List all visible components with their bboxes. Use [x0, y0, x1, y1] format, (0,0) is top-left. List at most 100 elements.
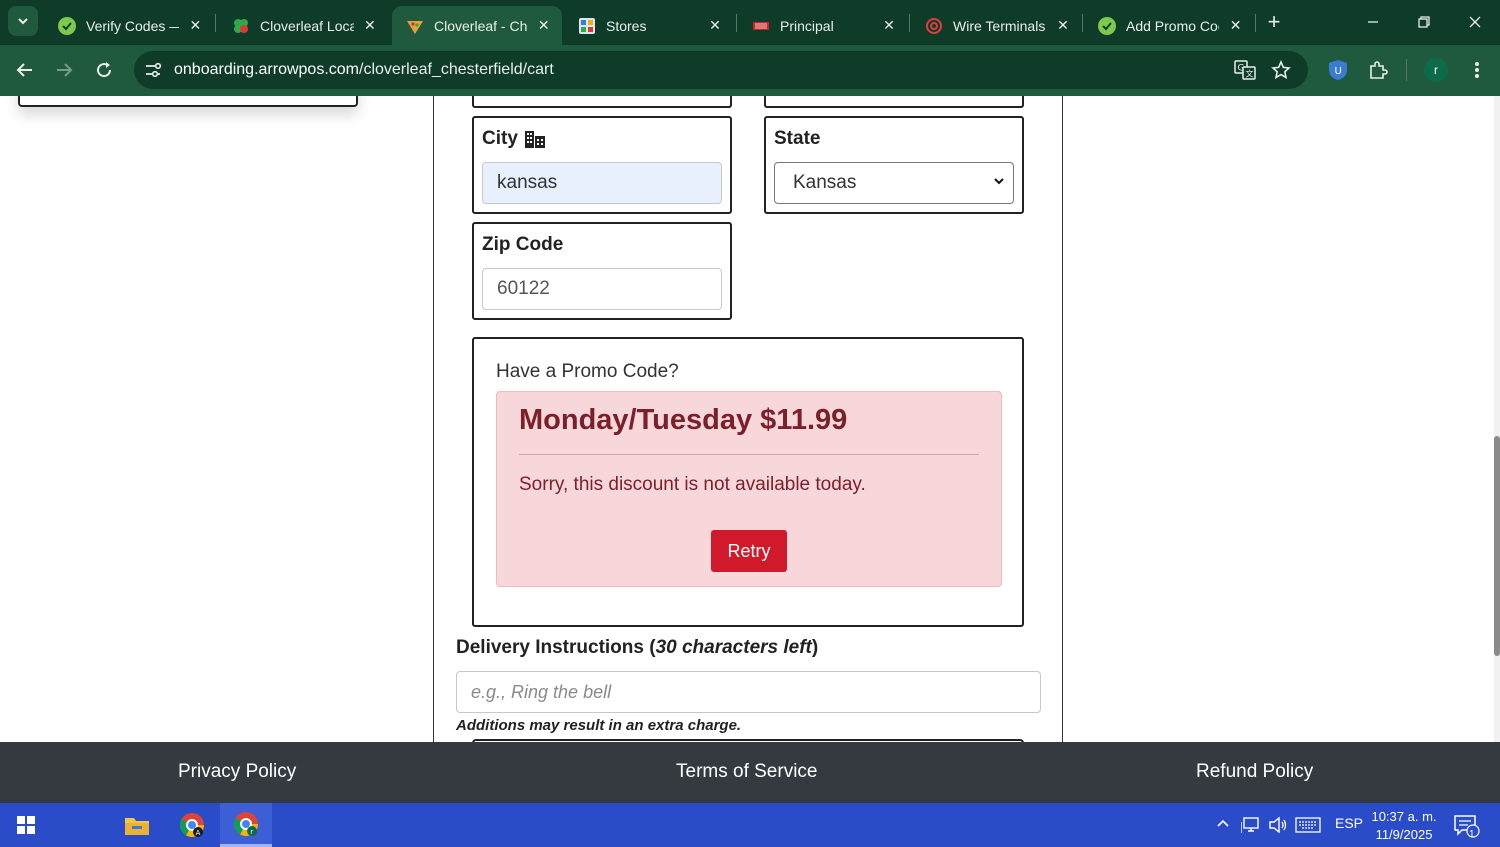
zip-input[interactable]: 60122 — [482, 268, 722, 310]
promo-error-alert: Monday/Tuesday $11.99 Sorry, this discou… — [496, 391, 1002, 587]
reload-button[interactable] — [91, 57, 117, 83]
translate-icon[interactable]: G文 — [1234, 60, 1256, 85]
state-field-box: State Kansas — [764, 116, 1024, 214]
spiral-favicon-icon — [925, 17, 943, 35]
tab-separator — [736, 14, 737, 32]
new-tab-button[interactable]: + — [1262, 9, 1286, 34]
tab-separator — [909, 14, 910, 32]
notification-center-button[interactable] — [1454, 814, 1482, 843]
extension-shield-button[interactable]: U — [1325, 57, 1351, 83]
forward-button[interactable] — [51, 57, 77, 83]
bookmark-star-icon[interactable] — [1271, 60, 1291, 85]
profile-avatar[interactable]: r — [1424, 58, 1448, 82]
city-input[interactable]: kansas — [482, 162, 722, 204]
pizza-favicon-icon — [406, 17, 424, 35]
close-tab-icon[interactable]: ✕ — [1055, 17, 1071, 35]
refund-policy-link[interactable]: Refund Policy — [1196, 761, 1313, 783]
retry-button[interactable]: Retry — [711, 530, 787, 572]
order-summary-card — [18, 96, 358, 107]
tab-title: Add Promo Cod — [1126, 17, 1220, 34]
delivery-instructions-input[interactable]: e.g., Ring the bell — [456, 671, 1041, 713]
network-icon[interactable] — [1240, 816, 1261, 839]
chevron-down-icon — [994, 178, 1004, 185]
tab-principal[interactable]: Principal ✕ — [738, 6, 908, 45]
toolbar-divider — [1406, 59, 1407, 81]
start-button[interactable] — [0, 803, 52, 847]
back-button[interactable] — [12, 57, 38, 83]
svg-text:r: r — [250, 828, 253, 836]
characters-left-counter: 30 characters left — [655, 637, 812, 658]
close-window-button[interactable] — [1452, 8, 1498, 36]
url-text: onboarding.arrowpos.com/cloverleaf_chest… — [174, 61, 554, 79]
tab-separator — [1082, 14, 1083, 32]
close-tab-icon[interactable]: ✕ — [706, 17, 724, 35]
tab-search-button[interactable] — [8, 6, 38, 36]
volume-icon[interactable] — [1268, 816, 1288, 839]
chrome-taskbar-button[interactable]: A — [166, 803, 218, 847]
tab-title: Wire Terminals C — [953, 17, 1047, 34]
state-selected-value: Kansas — [793, 172, 857, 193]
close-tab-icon[interactable]: ✕ — [880, 17, 898, 35]
terms-of-service-link[interactable]: Terms of Service — [676, 761, 817, 783]
extra-charge-note: Additions may result in an extra charge. — [456, 717, 742, 734]
delivery-label-suffix: ) — [811, 637, 819, 658]
delivery-label-prefix: Delivery Instructions ( — [456, 637, 656, 658]
notification-icon — [1454, 815, 1480, 838]
promo-error-message: Sorry, this discount is not available to… — [519, 474, 866, 495]
city-label-text: City — [482, 128, 518, 149]
svg-text:U: U — [1335, 66, 1342, 77]
zip-field-box: Zip Code 60122 — [472, 222, 732, 320]
close-tab-icon[interactable]: ✕ — [1227, 17, 1244, 35]
tab-title: Verify Codes — — [86, 17, 179, 34]
file-explorer-button[interactable] — [111, 803, 163, 847]
browser-menu-button[interactable] — [1464, 57, 1490, 83]
address-field-box — [764, 96, 1024, 108]
minimize-icon — [1368, 21, 1378, 23]
tab-wire-terminals[interactable]: Wire Terminals C ✕ — [911, 6, 1081, 45]
show-hidden-icons-button[interactable] — [1216, 817, 1230, 836]
tab-separator — [215, 14, 216, 32]
kebab-menu-icon — [1475, 62, 1479, 78]
tab-cloverleaf-chesterfield[interactable]: Cloverleaf - Che ✕ — [392, 6, 562, 45]
city-label: City — [482, 128, 546, 150]
address-bar[interactable]: onboarding.arrowpos.com/cloverleaf_chest… — [134, 51, 1308, 89]
tab-cloverleaf-locations[interactable]: Cloverleaf Locati ✕ — [218, 6, 388, 45]
scrollbar-thumb[interactable] — [1494, 436, 1500, 656]
close-tab-icon[interactable]: ✕ — [362, 17, 378, 35]
svg-text:文: 文 — [1246, 69, 1254, 79]
restore-icon — [1418, 16, 1430, 28]
chrome-taskbar-button-active[interactable]: r — [220, 803, 272, 847]
tab-stores[interactable]: Stores ✕ — [564, 6, 734, 45]
extensions-button[interactable] — [1365, 57, 1391, 83]
alert-divider — [519, 454, 979, 455]
stores-favicon-icon — [578, 17, 596, 35]
check-favicon-icon — [58, 16, 76, 35]
notification-count: 1 — [1469, 829, 1475, 840]
keyboard-icon[interactable] — [1295, 817, 1321, 838]
promo-heading: Have a Promo Code? — [496, 361, 679, 382]
promo-name: Monday/Tuesday $11.99 — [519, 404, 848, 436]
delivery-instructions-label: Delivery Instructions (30 characters lef… — [456, 637, 818, 659]
privacy-policy-link[interactable]: Privacy Policy — [178, 761, 296, 783]
tab-add-promo-code[interactable]: Add Promo Cod ✕ — [1084, 6, 1254, 45]
close-tab-icon[interactable]: ✕ — [535, 17, 552, 35]
tab-title: Cloverleaf - Che — [434, 17, 528, 34]
address-field-box — [472, 96, 732, 108]
site-info-icon[interactable] — [144, 61, 162, 84]
restore-window-button[interactable] — [1401, 8, 1447, 36]
arrow-right-icon — [57, 63, 73, 77]
input-language-indicator[interactable]: ESP — [1335, 815, 1363, 831]
shield-icon: U — [1329, 60, 1347, 80]
minimize-window-button[interactable] — [1350, 8, 1396, 36]
tab-title: Stores — [606, 17, 647, 34]
browser-toolbar: onboarding.arrowpos.com/cloverleaf_chest… — [0, 45, 1500, 96]
browser-tab-bar: Verify Codes — ✕ Cloverleaf Locati ✕ Clo… — [0, 0, 1500, 45]
close-tab-icon[interactable]: ✕ — [187, 17, 204, 35]
tab-separator — [1255, 14, 1256, 32]
windows-taskbar: A r ESP 10:37 a. m. 11/9/2025 1 — [0, 803, 1500, 847]
tab-verify-codes[interactable]: Verify Codes — ✕ — [44, 6, 214, 45]
chrome-icon: A — [179, 813, 204, 838]
system-clock[interactable]: 10:37 a. m. 11/9/2025 — [1368, 808, 1440, 844]
state-select[interactable]: Kansas — [774, 162, 1014, 204]
state-label: State — [774, 128, 821, 149]
